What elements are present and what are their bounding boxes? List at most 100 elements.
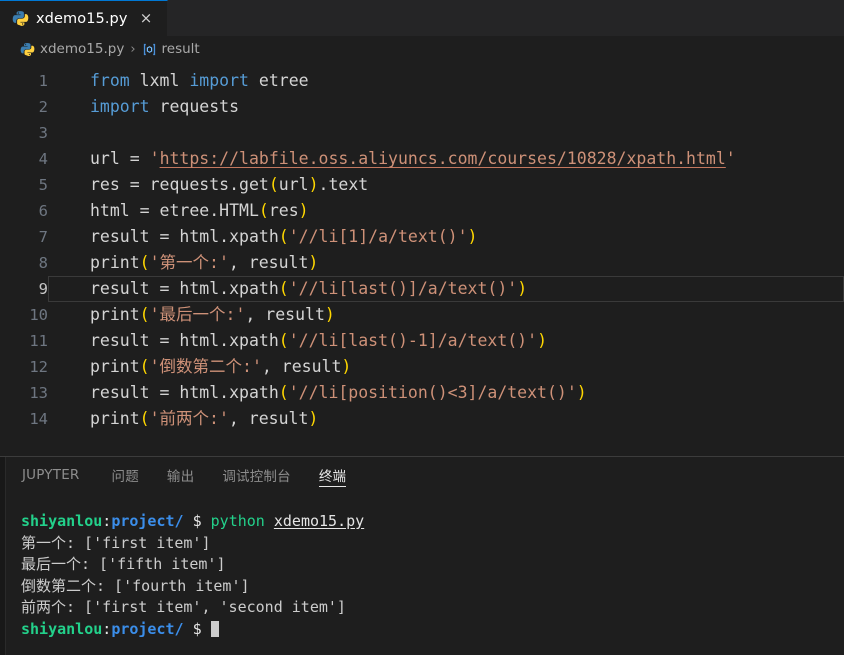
line-number: 10 (29, 306, 48, 324)
code-token: '//li[position()<3]/a/text()' (288, 383, 577, 402)
code-token: , (261, 357, 282, 376)
code-token: ( (268, 175, 279, 194)
code-line[interactable]: 11 result = html.xpath('//li[last()-1]/a/… (0, 328, 844, 354)
code-token: = (129, 175, 150, 194)
code-line[interactable]: 2 import requests (0, 94, 844, 120)
breadcrumb-item-symbol[interactable]: result (142, 41, 200, 57)
code-token: ( (139, 253, 150, 272)
code-line-text: from lxml import etree (48, 68, 844, 94)
terminal-segment: : (102, 619, 112, 638)
terminal-segment: $ (183, 619, 211, 638)
code-token: '第一个:' (149, 253, 229, 272)
code-token: ( (139, 305, 150, 324)
code-token: ' (725, 149, 736, 168)
terminal-segment: $ (183, 512, 211, 530)
code-line-text: print('前两个:', result) (48, 406, 844, 432)
code-token: html.xpath (179, 279, 279, 298)
code-token: requests.get (149, 175, 269, 194)
terminal-segment[interactable]: xdemo15.py (274, 512, 364, 530)
terminal-prompt-line: shiyanlou:project/ $ (21, 619, 844, 641)
panel-tab[interactable]: 调试控制台 (208, 457, 305, 493)
panel-tab[interactable]: 输出 (153, 457, 208, 493)
breadcrumb-file-label: xdemo15.py (40, 41, 125, 57)
line-number: 7 (38, 228, 48, 246)
breadcrumb-item-file[interactable]: xdemo15.py (20, 41, 124, 57)
panel-tab[interactable]: JUPYTER (22, 457, 98, 493)
code-line-text: result = html.xpath('//li[last()-1]/a/te… (48, 328, 844, 354)
code-line[interactable]: 7 result = html.xpath('//li[1]/a/text()') (0, 224, 844, 250)
code-token: '//li[last()]/a/text()' (288, 279, 518, 298)
code-token: html (90, 201, 140, 220)
terminal-segment (265, 512, 274, 530)
code-line-text: result = html.xpath('//li[1]/a/text()') (48, 224, 844, 250)
code-token: result (90, 227, 160, 246)
code-editor[interactable]: 1 from lxml import etree 2 import requests 3… (0, 62, 844, 456)
code-token: print (90, 357, 140, 376)
code-line[interactable]: 14 print('前两个:', result) (0, 406, 844, 432)
code-line[interactable]: 13 result = html.xpath('//li[position()<3… (0, 380, 844, 406)
code-line[interactable]: 1 from lxml import etree (0, 68, 844, 94)
line-number: 6 (38, 202, 48, 220)
code-token: '前两个:' (149, 409, 229, 428)
code-token: '最后一个:' (149, 305, 246, 324)
panel-tab[interactable]: 问题 (98, 457, 153, 493)
line-number: 8 (38, 254, 48, 272)
code-token: ) (308, 253, 319, 272)
code-token: print (90, 253, 140, 272)
symbol-variable-icon (142, 42, 157, 57)
line-number: 9 (38, 280, 48, 298)
code-token: result (90, 383, 160, 402)
editor-tab-xdemo15[interactable]: xdemo15.py × (0, 0, 168, 36)
line-number: 13 (29, 384, 48, 402)
code-token: ) (298, 201, 309, 220)
terminal-cursor (210, 620, 219, 637)
code-lines-container: 1 from lxml import etree 2 import requests 3… (0, 68, 844, 432)
code-token: from (90, 71, 130, 90)
code-line[interactable]: 8 print('第一个:', result) (0, 250, 844, 276)
code-line[interactable]: 12 print('倒数第二个:', result) (0, 354, 844, 380)
close-icon[interactable]: × (137, 9, 156, 28)
code-line-text: import requests (48, 94, 844, 120)
terminal-segment: project/ (111, 512, 184, 530)
terminal-prompt-line: shiyanlou:project/ $ python xdemo15.py (21, 511, 844, 533)
code-line[interactable]: 5 res = requests.get(url).text (0, 172, 844, 198)
line-number: 2 (38, 98, 48, 116)
breadcrumb: xdemo15.py › result (0, 36, 844, 62)
code-token: ) (324, 305, 335, 324)
editor-tab-label: xdemo15.py (36, 10, 128, 27)
code-line[interactable]: 10 print('最后一个:', result) (0, 302, 844, 328)
code-token: = (159, 279, 180, 298)
code-token: html.xpath (179, 383, 279, 402)
code-line[interactable]: 3 (0, 120, 844, 146)
code-token: result (281, 357, 342, 376)
code-token: res (268, 201, 299, 220)
code-token: print (90, 305, 140, 324)
code-line-text: result = html.xpath('//li[position()<3]/… (48, 380, 844, 406)
terminal-output-line: 最后一个: ['fifth item'] (21, 554, 844, 576)
code-line-text: print('第一个:', result) (48, 250, 844, 276)
code-line-text: result = html.xpath('//li[last()]/a/text… (48, 276, 844, 302)
code-token: print (90, 409, 140, 428)
terminal-segment: 倒数第二个: ['fourth item'] (21, 576, 250, 595)
code-line[interactable]: 4 url = 'https://labfile.oss.aliyuncs.com… (0, 146, 844, 172)
code-token: url (90, 149, 130, 168)
panel-tab[interactable]: 终端 (305, 457, 360, 493)
code-token: '//li[last()-1]/a/text()' (288, 331, 538, 350)
code-token: = (159, 227, 180, 246)
code-line[interactable]: 6 html = etree.HTML(res) (0, 198, 844, 224)
python-file-icon (20, 42, 35, 57)
code-token: , (228, 253, 249, 272)
code-token: = (139, 201, 160, 220)
code-token[interactable]: https://labfile.oss.aliyuncs.com/courses… (160, 149, 726, 168)
bottom-panel: JUPYTER 问题 输出 调试控制台 终端 shiyanlou:project/ $ … (0, 456, 844, 655)
line-number: 5 (38, 176, 48, 194)
code-token: etree (248, 71, 309, 90)
code-token: lxml (129, 71, 190, 90)
code-token: = (159, 331, 180, 350)
code-line[interactable]: 9 result = html.xpath('//li[last()]/a/tex… (0, 276, 844, 302)
terminal-output-line: 前两个: ['first item', 'second item'] (21, 597, 844, 619)
terminal-output[interactable]: shiyanlou:project/ $ python xdemo15.py 第一… (0, 493, 844, 655)
code-token: ) (576, 383, 587, 402)
terminal-segment: python (210, 512, 265, 530)
line-number: 11 (29, 332, 48, 350)
